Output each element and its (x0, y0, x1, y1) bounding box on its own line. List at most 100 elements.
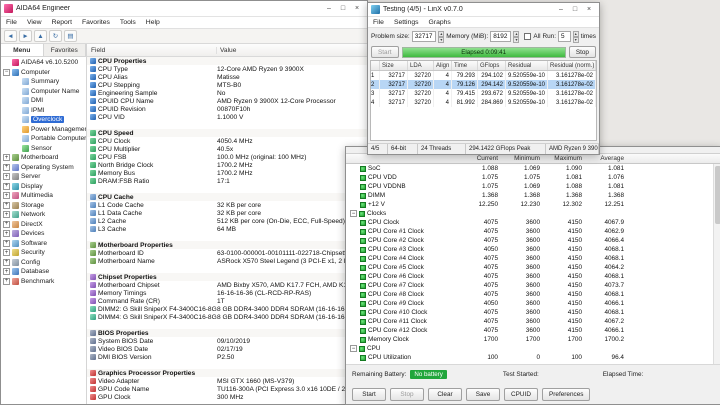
close-button[interactable]: × (350, 3, 364, 15)
refresh-icon[interactable]: ↻ (49, 30, 62, 42)
sensor-row-dimm[interactable]: DIMM 1.368 1.368 1.368 1.368 (346, 191, 720, 200)
expand-icon[interactable]: + (3, 201, 10, 209)
sidebar-item-sensor[interactable]: Sensor (1, 144, 86, 154)
info-row[interactable]: North Bridge Clock 1700.2 MHz (87, 161, 367, 169)
expand-icon[interactable]: + (3, 230, 10, 238)
sensor-row-cpu-core-12-clock[interactable]: CPU Core #12 Clock 4075 3600 4150 4066.1 (346, 326, 720, 335)
expand-icon[interactable]: + (3, 268, 10, 276)
info-row[interactable]: GPU Code Name TU116-300A (PCI Express 3.0… (87, 385, 367, 393)
info-row[interactable]: Command Rate (CR) 1T (87, 297, 367, 305)
sensor-row-cpu-core-9-clock[interactable]: CPU Core #9 Clock 4050 3600 4150 4066.1 (346, 299, 720, 308)
spin-down-icon[interactable]: ▼ (513, 36, 520, 43)
group-header-row[interactable]: Graphics Processor Properties (87, 369, 367, 377)
problem-size-spinner[interactable]: ▲ ▼ (438, 30, 445, 43)
spin-down-icon[interactable]: ▼ (572, 36, 579, 43)
info-row[interactable]: Video Adapter MSI GTX 1660 (MS-V379) (87, 377, 367, 385)
forward-icon[interactable]: ► (19, 30, 32, 42)
maximize-button[interactable]: □ (336, 3, 350, 15)
result-row[interactable]: 3 32717 32720 4 79.415 293.672 9.520559e-10 3.1… (371, 89, 596, 98)
column-header-value[interactable]: Value (217, 47, 367, 54)
info-row[interactable]: DMI BIOS Version P2.50 (87, 353, 367, 361)
column-header-residual[interactable]: Residual (506, 61, 548, 70)
column-header-time[interactable]: Time (452, 61, 478, 70)
back-icon[interactable]: ◄ (4, 30, 17, 42)
menu-favorites[interactable]: Favorites (77, 19, 115, 26)
vertical-scrollbar[interactable] (713, 164, 720, 364)
sensor-row-soc[interactable]: SoC 1.088 1.069 1.090 1.081 (346, 164, 720, 173)
expand-icon[interactable]: + (3, 220, 10, 228)
sidebar-item-storage[interactable]: + Storage (1, 201, 86, 211)
info-row[interactable]: DIMM4: G Skill SniperX F4-3400C16-8GSXW8… (87, 313, 367, 321)
sidebar-item-devices[interactable]: + Devices (1, 229, 86, 239)
sidebar-item-motherboard[interactable]: + Motherboard (1, 153, 86, 163)
sidebar-item-operating-system[interactable]: + Operating System (1, 163, 86, 173)
sensor-group-cpu[interactable]: − CPU (346, 344, 720, 353)
column-header-field[interactable]: Field (87, 46, 217, 54)
info-row[interactable]: Motherboard ID 63-0100-000001-00101111-02… (87, 249, 367, 257)
info-row[interactable]: CPUID CPU Name AMD Ryzen 9 3900X 12-Core … (87, 97, 367, 105)
menu-graphs[interactable]: Graphs (424, 19, 456, 26)
expand-icon[interactable]: + (3, 173, 10, 181)
expand-icon[interactable]: + (3, 258, 10, 266)
info-row[interactable]: Video BIOS Date 02/17/19 (87, 345, 367, 353)
info-row[interactable]: GPU Clock 300 MHz (87, 393, 367, 401)
group-header-row[interactable]: BIOS Properties (87, 329, 367, 337)
sidebar-item-config[interactable]: + Config (1, 258, 86, 268)
run-input[interactable]: 5 (558, 30, 571, 42)
start-button[interactable]: Start (371, 46, 399, 58)
sidebar-item-aida64-v6-10-5200[interactable]: AIDA64 v6.10.5200 (1, 58, 86, 68)
sidebar-item-portable-computer[interactable]: Portable Computer (1, 134, 86, 144)
expand-icon[interactable]: + (3, 277, 10, 285)
spin-down-icon[interactable]: ▼ (438, 36, 445, 43)
sensor-row-12-v[interactable]: +12 V 12.250 12.230 12.302 12.251 (346, 200, 720, 209)
sensor-row-cpu-core-7-clock[interactable]: CPU Core #7 Clock 4075 3600 4150 4073.7 (346, 281, 720, 290)
group-header-row[interactable]: CPU Cache (87, 193, 367, 201)
sidebar-item-security[interactable]: + Security (1, 248, 86, 258)
sensor-row-cpu-vdd[interactable]: CPU VDD 1.075 1.075 1.081 1.076 (346, 173, 720, 182)
sidebar-item-power-management[interactable]: Power Management (1, 125, 86, 135)
sidebar-item-software[interactable]: + Software (1, 239, 86, 249)
sidebar-item-computer[interactable]: − Computer (1, 68, 86, 78)
sidebar-item-network[interactable]: + Network (1, 210, 86, 220)
expand-icon[interactable]: + (3, 163, 10, 171)
expand-icon[interactable]: + (3, 192, 10, 200)
info-row[interactable]: CPU FSB 100.0 MHz (original: 100 MHz) (87, 153, 367, 161)
tab-favorites[interactable]: Favorites (44, 44, 86, 56)
sensor-group-clocks[interactable]: − Clocks (346, 209, 720, 218)
info-row[interactable]: Engineering Sample No (87, 89, 367, 97)
sensor-row-cpu-core-3-clock[interactable]: CPU Core #3 Clock 4050 3600 4150 4068.1 (346, 245, 720, 254)
minimize-button[interactable]: – (322, 3, 336, 15)
sensor-row-cpu-core-11-clock[interactable]: CPU Core #11 Clock 4075 3600 4150 4067.2 (346, 317, 720, 326)
group-header-row[interactable]: Motherboard Properties (87, 241, 367, 249)
column-header-size[interactable]: Size (380, 61, 408, 70)
up-icon[interactable]: ▲ (34, 30, 47, 42)
all-checkbox[interactable] (524, 32, 532, 40)
menu-report[interactable]: Report (47, 19, 77, 26)
sidebar-item-directx[interactable]: + DirectX (1, 220, 86, 230)
stop-button[interactable]: Stop (390, 387, 424, 401)
menu-help[interactable]: Help (141, 19, 165, 26)
menu-file[interactable]: File (368, 19, 389, 26)
preferences-button[interactable]: Preferences (542, 387, 591, 401)
info-row[interactable]: CPU Type 12-Core AMD Ryzen 9 3900X (87, 65, 367, 73)
sensor-row-cpu-clock[interactable]: CPU Clock 4075 3600 4150 4067.9 (346, 218, 720, 227)
expand-icon[interactable]: + (3, 154, 10, 162)
expand-icon[interactable]: + (3, 211, 10, 219)
save-button[interactable]: Save (466, 387, 500, 401)
info-row[interactable]: CPU Clock 4050.4 MHz (87, 137, 367, 145)
group-header-row[interactable]: Chipset Properties (87, 273, 367, 281)
result-row[interactable]: 4 32717 32720 4 81.992 284.869 9.520559e-10 3.1… (371, 98, 596, 107)
sensor-row-cpu-core-2-clock[interactable]: CPU Core #2 Clock 4075 3600 4150 4066.4 (346, 236, 720, 245)
info-row[interactable]: Motherboard Chipset AMD Bixby X570, AMD K… (87, 281, 367, 289)
column-header-average[interactable]: Average (584, 155, 626, 162)
report-icon[interactable]: ▤ (64, 30, 77, 42)
start-button[interactable]: Start (352, 387, 386, 401)
stop-button[interactable]: Stop (568, 46, 596, 58)
menu-tools[interactable]: Tools (115, 19, 141, 26)
sidebar-item-computer-name[interactable]: Computer Name (1, 87, 86, 97)
info-row[interactable]: System BIOS Date 09/10/2019 (87, 337, 367, 345)
sidebar-item-multimedia[interactable]: + Multimedia (1, 191, 86, 201)
column-header-residual-norm[interactable]: Residual (norm.) (548, 61, 596, 70)
sensor-row-cpu-core-8-clock[interactable]: CPU Core #8 Clock 4075 3600 4150 4068.1 (346, 290, 720, 299)
info-row[interactable]: CPU Multiplier 40.5x (87, 145, 367, 153)
